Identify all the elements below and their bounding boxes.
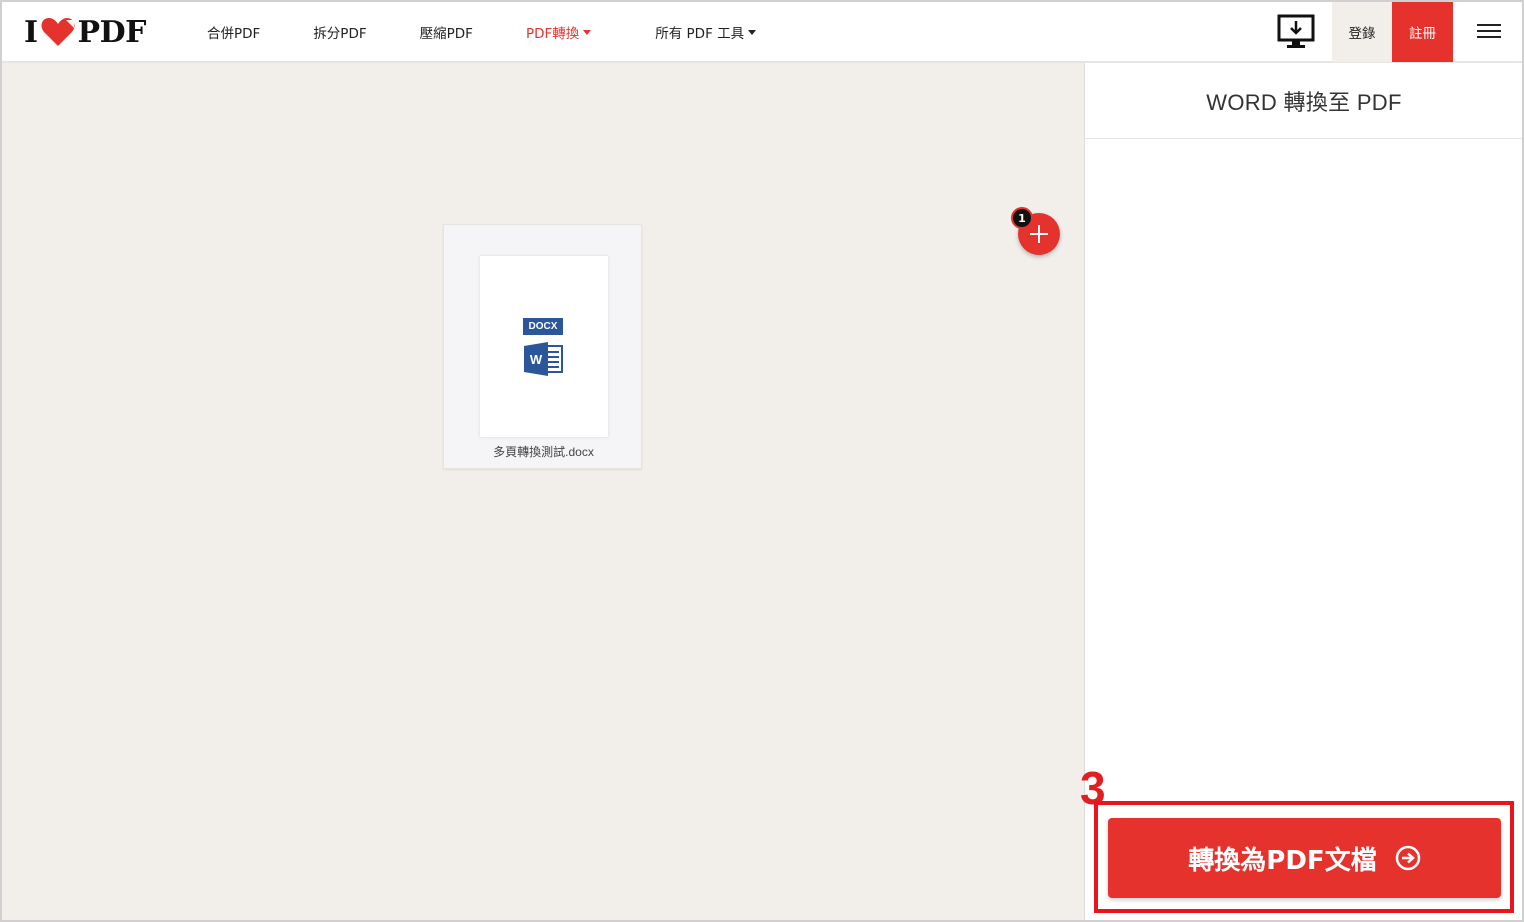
- menu-line: [1477, 36, 1501, 38]
- chevron-down-icon: [748, 29, 757, 35]
- options-sidebar: WORD 轉換至 PDF: [1084, 63, 1522, 920]
- login-button[interactable]: 登錄: [1332, 2, 1392, 62]
- nav-label: 所有 PDF 工具: [655, 26, 745, 42]
- plus-icon-stroke: [1038, 225, 1040, 243]
- desktop-download-icon: [1277, 14, 1315, 48]
- nav-label: 拆分PDF: [313, 26, 367, 42]
- logo-text-i: I: [24, 14, 38, 50]
- menu-line: [1477, 24, 1501, 26]
- file-thumbnail: DOCX W: [480, 256, 608, 437]
- docx-badge: DOCX: [523, 318, 563, 335]
- word-letter: W: [530, 352, 543, 367]
- nav-label: 壓縮PDF: [419, 26, 473, 42]
- nav-split-pdf[interactable]: 拆分PDF: [313, 22, 366, 42]
- nav-merge-pdf[interactable]: 合併PDF: [207, 22, 260, 42]
- heart-icon: [41, 18, 75, 46]
- top-header: I PDF 合併PDF 拆分PDF 壓縮PDF PDF轉換 所有 PDF 工具 …: [2, 2, 1522, 62]
- nav-convert-pdf[interactable]: PDF轉換: [525, 22, 592, 42]
- main-nav: 合併PDF 拆分PDF 壓縮PDF PDF轉換 所有 PDF 工具: [207, 2, 757, 62]
- file-name-label: 多頁轉換測試.docx: [493, 445, 594, 459]
- nav-all-tools[interactable]: 所有 PDF 工具: [655, 22, 757, 42]
- nav-label: PDF轉換: [525, 26, 580, 42]
- desktop-download-button[interactable]: [1274, 14, 1318, 50]
- file-count-badge: 1: [1011, 207, 1033, 229]
- chevron-down-icon: [583, 29, 592, 35]
- ilovepdf-logo[interactable]: I PDF: [24, 14, 147, 50]
- menu-line: [1477, 30, 1501, 32]
- app-window: I PDF 合併PDF 拆分PDF 壓縮PDF PDF轉換 所有 PDF 工具 …: [0, 0, 1524, 922]
- nav-label: 合併PDF: [207, 26, 261, 42]
- convert-button-label: 轉換為PDF文檔: [1188, 845, 1377, 876]
- logo-text-pdf: PDF: [77, 14, 147, 50]
- hamburger-menu-icon[interactable]: [1474, 20, 1504, 44]
- file-workspace: DOCX W 多頁轉換測試.docx 1: [2, 63, 1084, 920]
- convert-to-pdf-button[interactable]: 轉換為PDF文檔: [1108, 818, 1501, 898]
- file-card[interactable]: DOCX W 多頁轉換測試.docx: [443, 224, 642, 469]
- arrow-right-circle-icon: [1395, 845, 1420, 871]
- sidebar-title: WORD 轉換至 PDF: [1085, 63, 1522, 139]
- nav-compress-pdf[interactable]: 壓縮PDF: [420, 22, 473, 42]
- word-document-icon: W: [524, 342, 563, 376]
- signup-button[interactable]: 註冊: [1392, 2, 1453, 62]
